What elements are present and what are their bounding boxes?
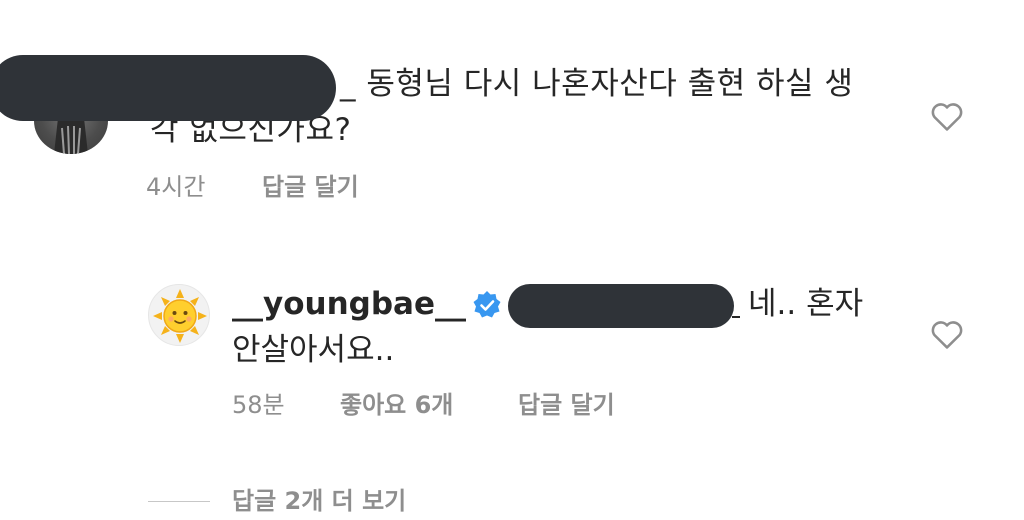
mention-underline xyxy=(732,316,740,318)
username-link[interactable]: __youngbae__ xyxy=(232,282,466,326)
heart-icon[interactable] xyxy=(930,318,964,350)
verified-badge-icon xyxy=(473,291,501,318)
reply-timestamp: 58분 xyxy=(232,391,285,419)
comment-timestamp: 4시간 xyxy=(146,173,206,201)
reply-text-line2: 안살아서요.. xyxy=(232,332,395,368)
divider-line xyxy=(148,501,210,502)
reply-button[interactable]: 답글 달기 xyxy=(518,388,615,422)
reply-button[interactable]: 답글 달기 xyxy=(262,170,359,204)
likes-count-button[interactable]: 좋아요 6개 xyxy=(340,388,453,422)
sun-emoji-icon xyxy=(153,289,207,343)
reply-text-line1: 네.. 혼자 xyxy=(748,286,864,322)
redacted-mention xyxy=(508,284,734,328)
redacted-username xyxy=(0,55,336,121)
heart-icon[interactable] xyxy=(930,100,964,132)
comment-text-line1: _ 동형님 다시 나혼자산다 출현 하실 생 xyxy=(340,66,854,102)
view-more-replies-button[interactable]: 답글 2개 더 보기 xyxy=(232,484,406,518)
reply-avatar[interactable] xyxy=(148,284,210,346)
